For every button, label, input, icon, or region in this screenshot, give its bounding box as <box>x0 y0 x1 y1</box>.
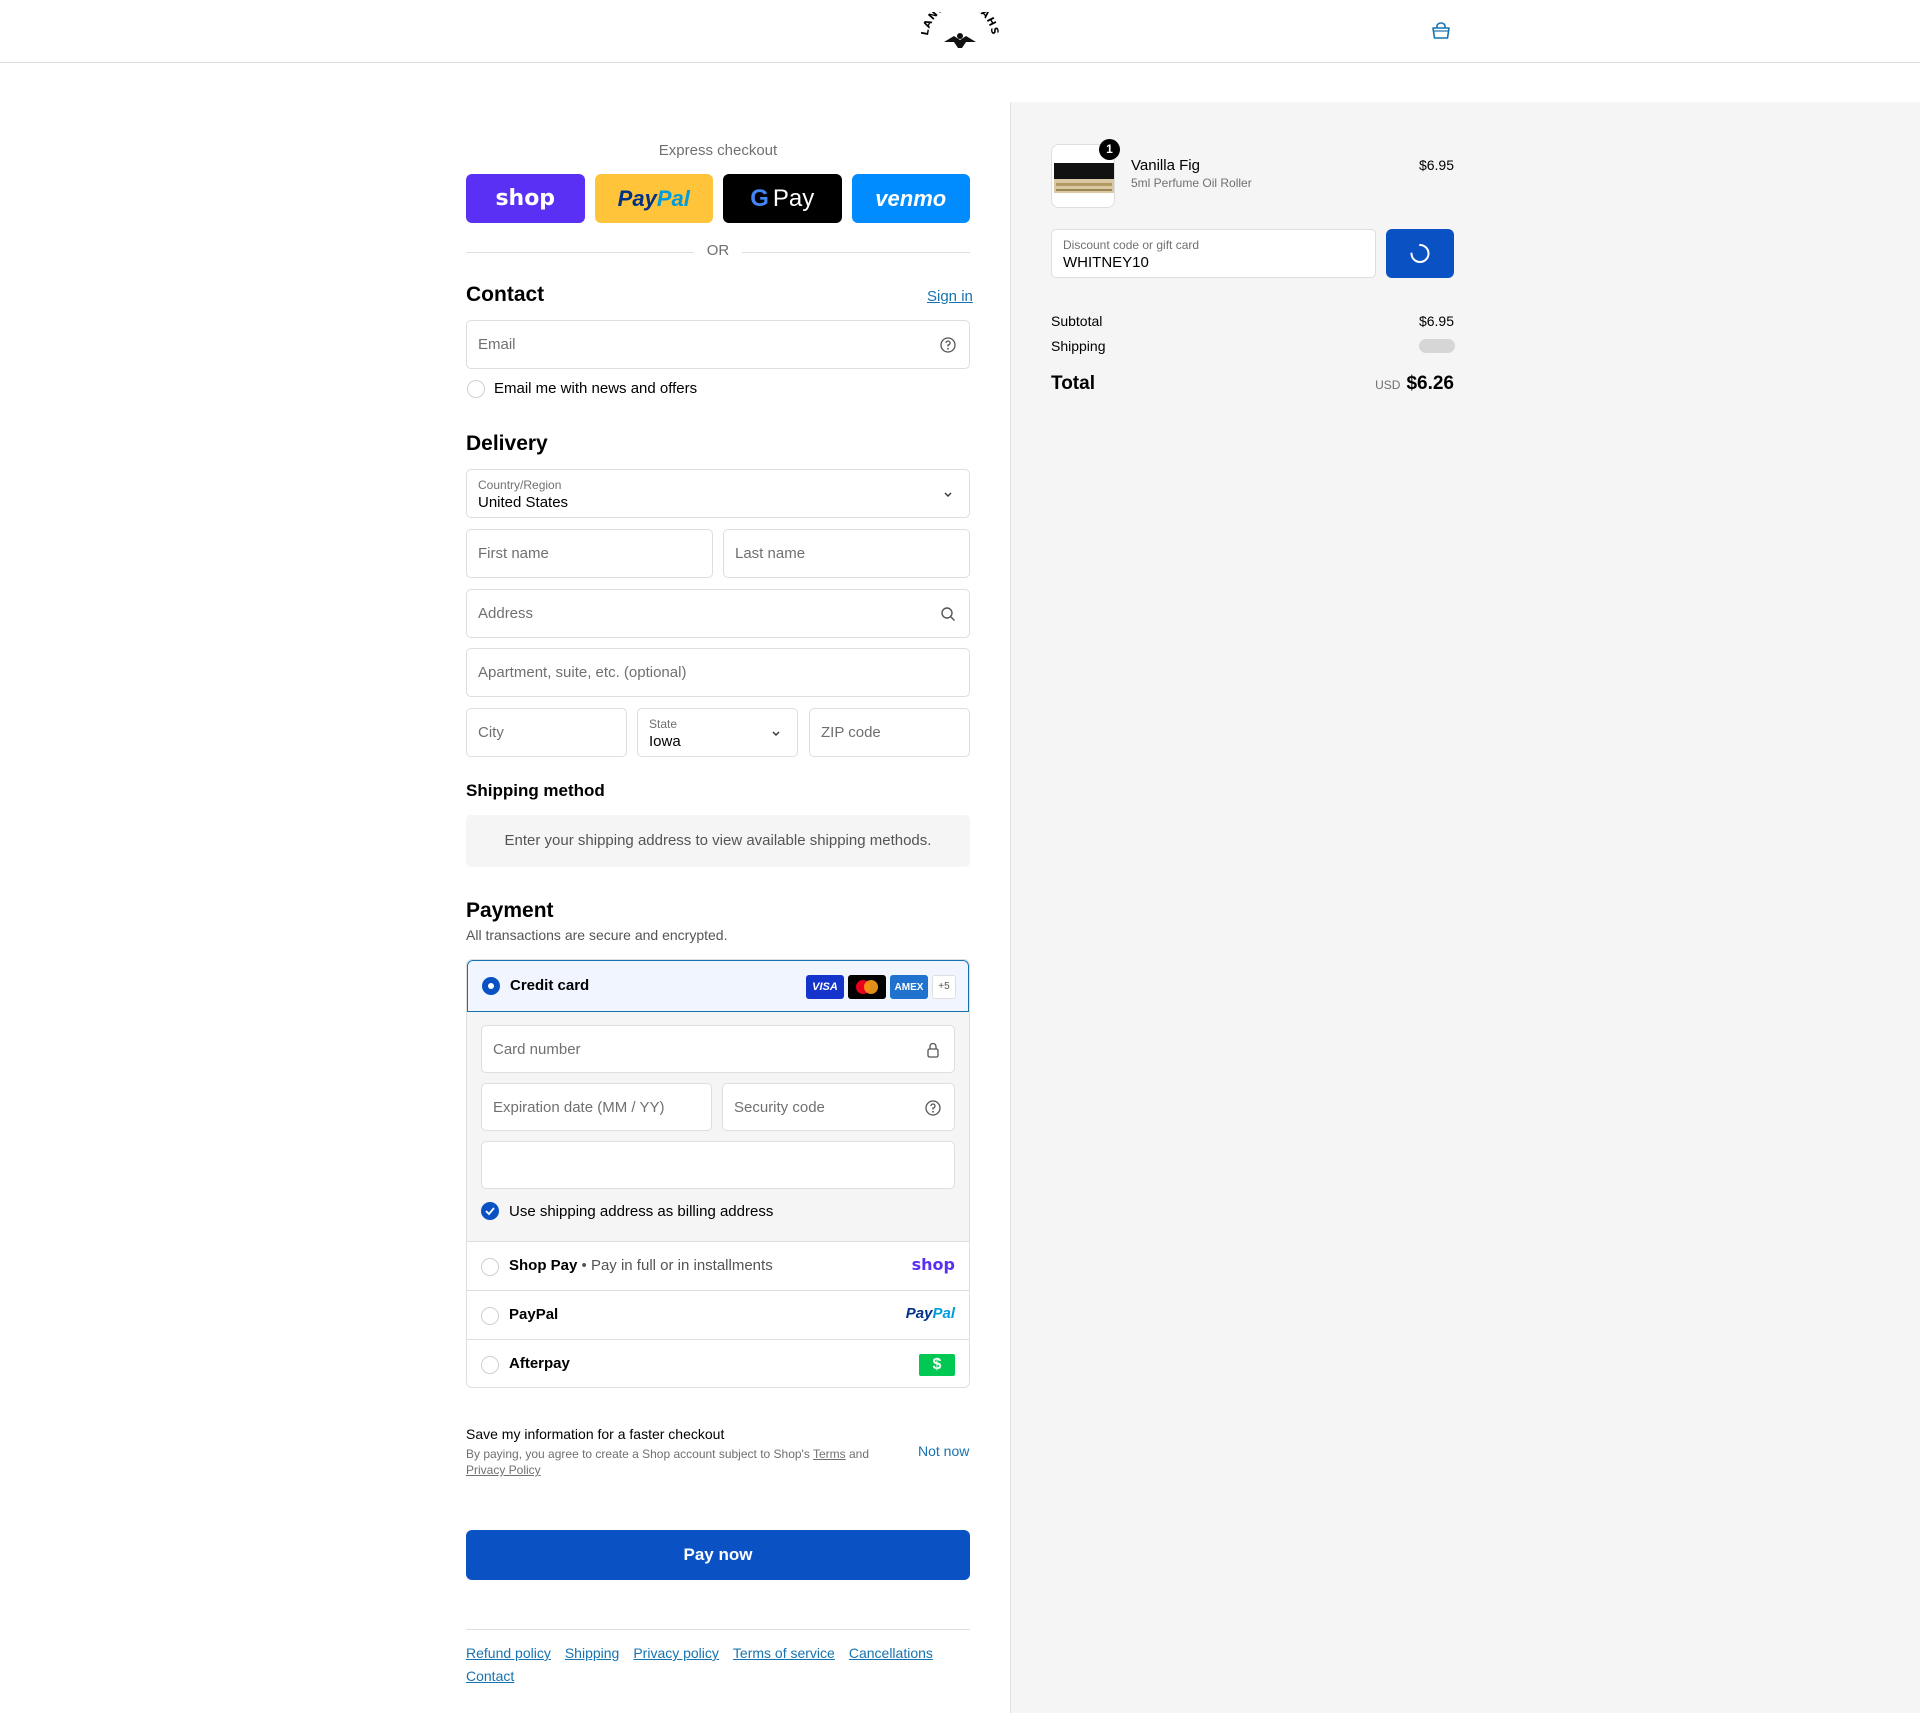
shipping-label: Shipping <box>1051 338 1106 354</box>
cancellations-link[interactable]: Cancellations <box>849 1642 933 1665</box>
logo-text: LAND OF AAHS <box>920 0 999 36</box>
shop-pay-option[interactable]: Shop Pay • Pay in full or in installment… <box>467 1241 969 1290</box>
subtotal-label: Subtotal <box>1051 313 1103 329</box>
total-amount: USD $6.26 <box>1300 373 1454 395</box>
venmo-button[interactable]: venmo <box>851 174 970 223</box>
shipping-loading-placeholder <box>1419 339 1455 353</box>
shipping-method-heading: Shipping method <box>466 781 605 800</box>
discount-code-field[interactable]: Discount code or gift card WHITNEY10 <box>1051 229 1376 278</box>
afterpay-option[interactable]: Afterpay $ <box>467 1339 969 1387</box>
lock-icon <box>924 1041 942 1059</box>
afterpay-radio[interactable] <box>481 1356 499 1374</box>
mastercard-icon <box>848 975 886 999</box>
shipping-method-info: Enter your shipping address to view avai… <box>466 815 970 867</box>
more-cards-badge: +5 <box>932 975 956 999</box>
country-select[interactable]: Country/Region United States <box>466 469 970 518</box>
terms-of-service-link[interactable]: Terms of service <box>733 1642 835 1665</box>
shop-pay-logo: shop <box>911 1255 955 1274</box>
paypal-button[interactable]: Pay Pal <box>594 174 713 223</box>
paypal-option[interactable]: PayPal PayPal <box>467 1290 969 1339</box>
email-field[interactable]: Email <box>466 320 970 369</box>
payment-methods: Credit card VISA AMEX +5 Card number Exp… <box>466 959 970 1388</box>
terms-link[interactable]: Terms <box>813 1447 846 1461</box>
express-checkout-buttons: shop Pay Pal G Pay venmo <box>466 174 970 223</box>
newsletter-checkbox[interactable] <box>467 380 485 398</box>
expiration-field[interactable]: Expiration date (MM / YY) <box>481 1083 712 1131</box>
item-price: $6.95 <box>1418 157 1454 173</box>
currency-code: USD <box>1375 378 1401 392</box>
quantity-badge: 1 <box>1099 139 1120 160</box>
name-on-card-field[interactable] <box>481 1141 955 1189</box>
help-icon[interactable] <box>924 1099 942 1117</box>
search-icon <box>939 605 957 623</box>
pay-now-button[interactable]: Pay now <box>466 1530 970 1580</box>
item-name: Vanilla Fig <box>1131 157 1200 174</box>
first-name-field[interactable]: First name <box>466 529 713 578</box>
amex-icon: AMEX <box>890 975 928 999</box>
afterpay-logo: $ <box>919 1354 955 1376</box>
store-logo[interactable]: LAND OF AAHS <box>920 0 1000 52</box>
privacy-policy-link[interactable]: Privacy Policy <box>466 1463 541 1477</box>
paypal-logo: PayPal <box>905 1305 955 1322</box>
sign-in-link[interactable]: Sign in <box>927 288 973 305</box>
contact-heading: Contact <box>466 283 545 306</box>
last-name-field[interactable]: Last name <box>723 529 970 578</box>
svg-text:LAND OF AAHS: LAND OF AAHS <box>920 12 1000 36</box>
item-variant: 5ml Perfume Oil Roller <box>1131 176 1252 190</box>
credit-card-label: Credit card <box>510 977 590 994</box>
privacy-policy-footer-link[interactable]: Privacy policy <box>633 1642 719 1665</box>
newsletter-label: Email me with news and offers <box>494 380 698 397</box>
footer-divider <box>466 1629 970 1630</box>
zip-field[interactable]: ZIP code <box>809 708 970 757</box>
refund-policy-link[interactable]: Refund policy <box>466 1642 551 1665</box>
save-info-title: Save my information for a faster checkou… <box>466 1426 725 1442</box>
shipping-policy-link[interactable]: Shipping <box>565 1642 620 1665</box>
paypal-radio[interactable] <box>481 1307 499 1325</box>
address-field[interactable]: Address <box>466 589 970 638</box>
site-header: LAND OF AAHS <box>0 0 1920 63</box>
eagle-logo-icon: LAND OF AAHS <box>920 0 1000 48</box>
subtotal-value: $6.95 <box>1418 313 1454 329</box>
chevron-down-icon <box>939 485 957 503</box>
help-icon[interactable] <box>939 336 957 354</box>
delivery-heading: Delivery <box>466 432 548 455</box>
credit-card-option[interactable]: Credit card VISA AMEX +5 <box>467 960 969 1012</box>
save-info-legal: By paying, you agree to create a Shop ac… <box>466 1447 869 1477</box>
shop-pay-radio[interactable] <box>481 1258 499 1276</box>
total-value: $6.26 <box>1406 373 1454 394</box>
billing-same-label: Use shipping address as billing address <box>509 1203 774 1220</box>
or-divider: OR <box>466 242 970 262</box>
credit-card-form: Card number Expiration date (MM / YY) Se… <box>467 1012 969 1241</box>
state-select[interactable]: State Iowa <box>637 708 798 757</box>
total-label: Total <box>1051 373 1095 394</box>
credit-card-radio[interactable] <box>482 977 500 995</box>
billing-same-checkbox[interactable] <box>481 1202 499 1220</box>
express-checkout-title: Express checkout <box>658 142 778 159</box>
order-summary-panel <box>1010 102 1920 1713</box>
chevron-down-icon <box>767 724 785 742</box>
security-code-field[interactable]: Security code <box>722 1083 955 1131</box>
visa-icon: VISA <box>806 975 844 999</box>
payment-subtitle: All transactions are secure and encrypte… <box>466 927 728 943</box>
bag-icon[interactable] <box>1431 22 1451 40</box>
contact-link[interactable]: Contact <box>466 1665 514 1688</box>
shop-pay-button[interactable]: shop <box>466 174 585 223</box>
card-number-field[interactable]: Card number <box>481 1025 955 1073</box>
payment-heading: Payment <box>466 899 554 922</box>
city-field[interactable]: City <box>466 708 627 757</box>
footer-links: Refund policy Shipping Privacy policy Terms… <box>466 1642 970 1688</box>
not-now-link[interactable]: Not now <box>918 1443 969 1459</box>
google-pay-button[interactable]: G Pay <box>723 174 842 223</box>
apply-discount-button[interactable] <box>1386 229 1454 278</box>
loading-spinner-icon <box>1410 244 1430 263</box>
apartment-field[interactable]: Apartment, suite, etc. (optional) <box>466 648 970 697</box>
